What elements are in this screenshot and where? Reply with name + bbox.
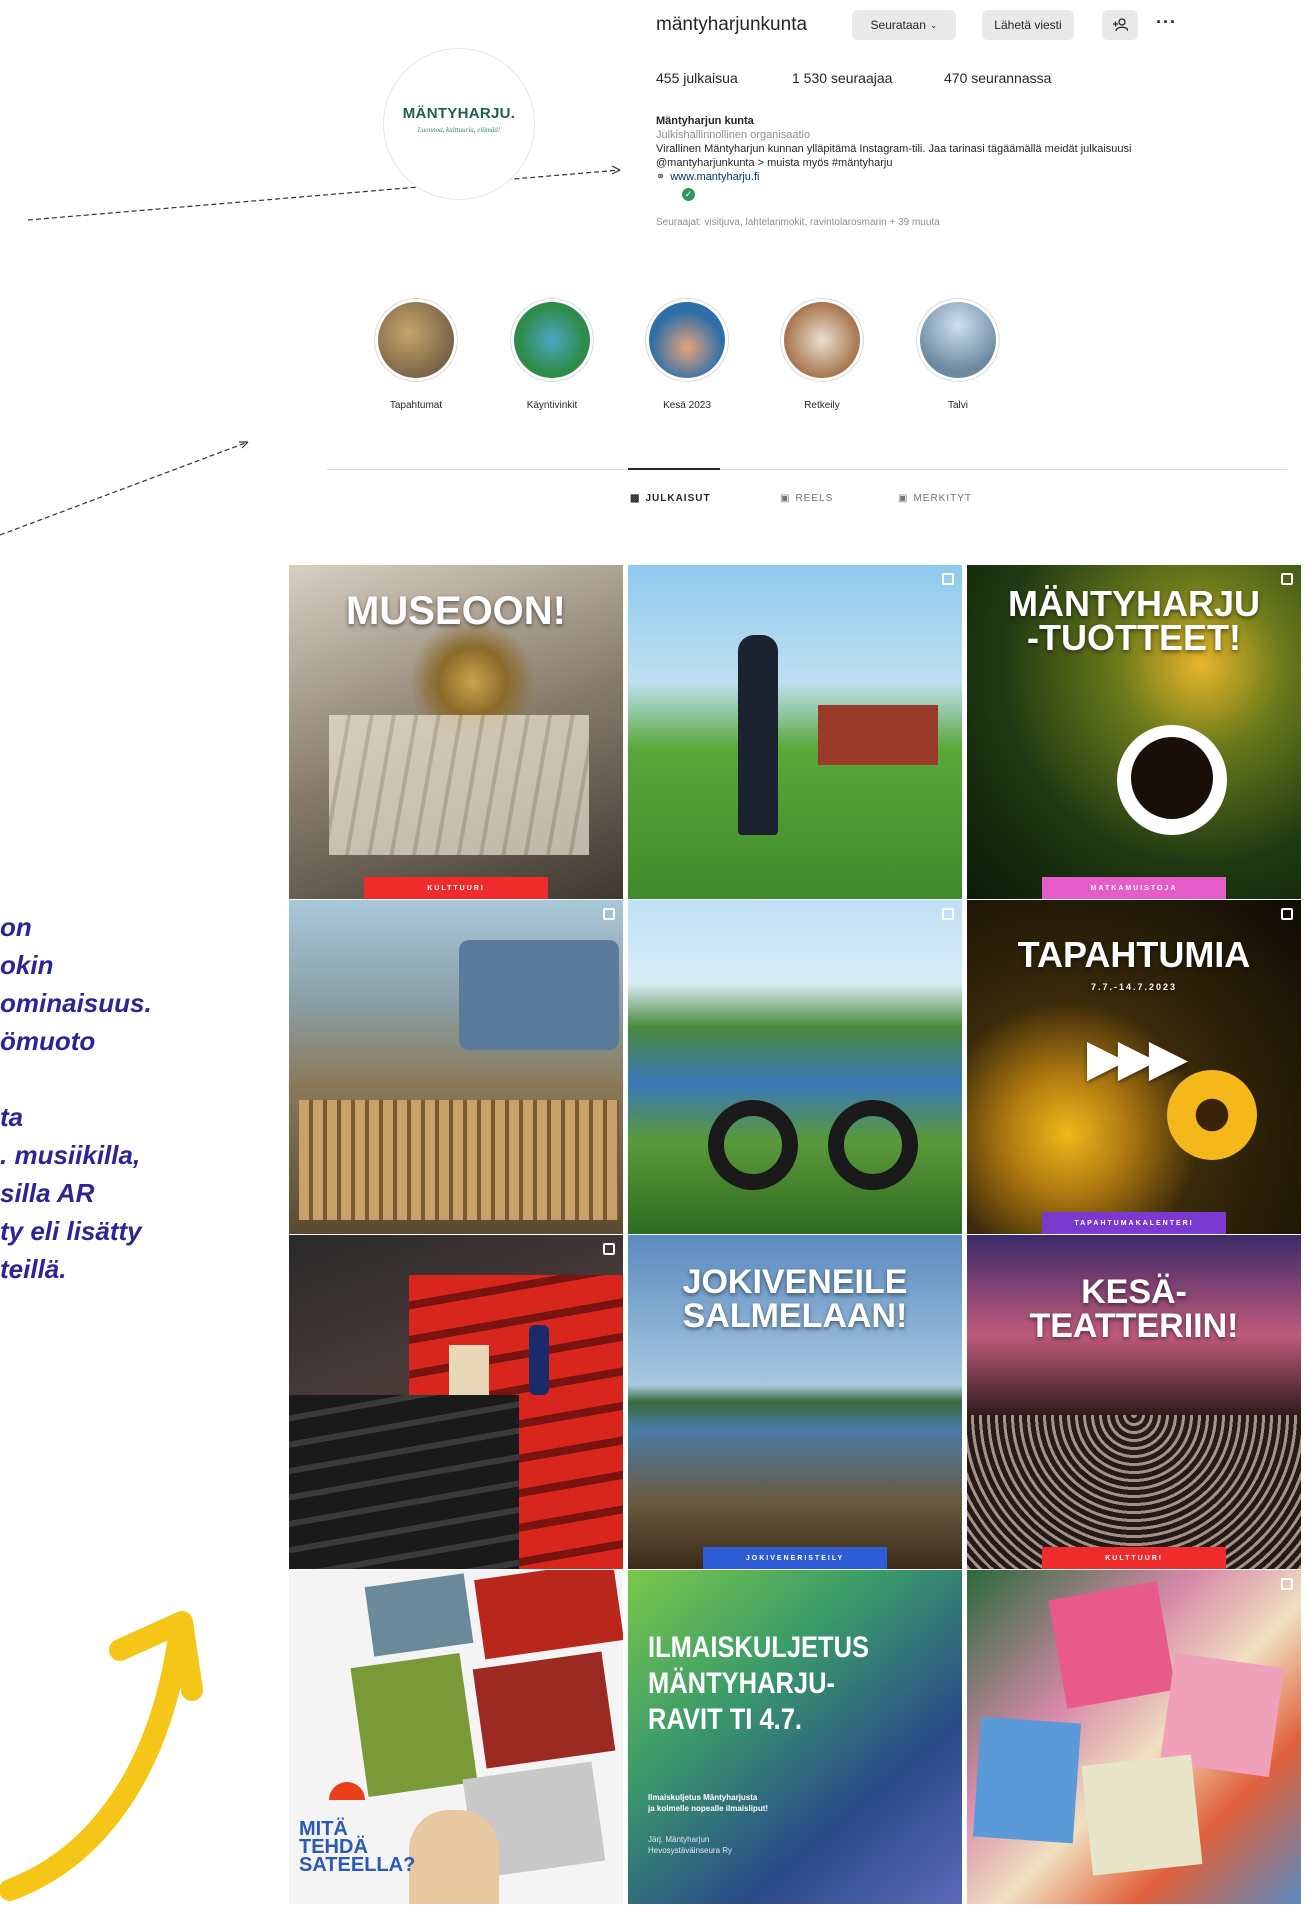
post-tapahtumia[interactable]: TAPAHTUMIA 7.7.-14.7.2023 ▶▶▶ TAPAHTUMAK…	[967, 900, 1301, 1234]
post-ribbon: MATKAMUISTOJA	[1042, 877, 1226, 899]
reels-icon: ▣	[780, 493, 791, 504]
followed-by-names: Seuraajat: visitjuva, lahtelanmokit, rav…	[656, 217, 887, 228]
grid-icon: ▩	[630, 493, 641, 504]
multi-post-icon	[942, 573, 954, 585]
highlight-tapahtumat[interactable]	[374, 298, 458, 382]
highlight-label: Kesä 2023	[663, 400, 711, 411]
post-title: TAPAHTUMIA	[1017, 934, 1251, 975]
highlight-kayntivinkit[interactable]	[510, 298, 594, 382]
check-icon: ✓	[682, 188, 695, 201]
tab-reels[interactable]: ▣ REELS	[780, 493, 833, 504]
highlight-talvi[interactable]	[916, 298, 1000, 382]
post-museoon[interactable]: MUSEOON! KULTTUURI	[289, 565, 623, 899]
post-mita-tehda-sateella[interactable]: MITÄ TEHDÄ SATEELLA?	[289, 1570, 623, 1904]
following-button[interactable]: Seurataan ⌄	[852, 10, 956, 40]
followed-by-more: + 39 muuta	[889, 217, 940, 228]
more-options-icon[interactable]: ···	[1156, 12, 1177, 33]
post-mantyharju-tuotteet[interactable]: MÄNTYHARJU -TUOTTEET! MATKAMUISTOJA	[967, 565, 1301, 899]
play-arrows-icon: ▶▶▶	[1087, 1032, 1187, 1085]
post-title: ILMAISKULJETUS MÄNTYHARJU- RAVIT TI 4.7.	[648, 1631, 870, 1736]
profile-name: Mäntyharjun kunta	[656, 115, 754, 127]
following-count[interactable]: 470 seurannassa	[944, 70, 1051, 86]
profile-bio-line2: @mantyharjunkunta > muista myös #mäntyha…	[656, 157, 893, 169]
post-ribbon: TAPAHTUMAKALENTERI	[1042, 1212, 1226, 1234]
profile-bio-line1: Virallinen Mäntyharjun kunnan ylläpitämä…	[656, 143, 1132, 155]
post-ribbon: KULTTUURI	[1042, 1547, 1226, 1569]
post-title: MÄNTYHARJU -TUOTTEET!	[1008, 583, 1260, 658]
post-kesateatteriin[interactable]: KESÄ- TEATTERIIN! KULTTUURI	[967, 1235, 1301, 1569]
post-title: MITÄ TEHDÄ SATEELLA?	[299, 1818, 416, 1876]
tab-posts[interactable]: ▩ JULKAISUT	[630, 493, 711, 504]
profile-username: mäntyharjunkunta	[656, 14, 808, 35]
post-cinema[interactable]	[289, 1235, 623, 1569]
multi-post-icon	[1281, 573, 1293, 585]
multi-post-icon	[603, 1243, 615, 1255]
followed-by[interactable]: Seuraajat: visitjuva, lahtelanmokit, rav…	[656, 216, 940, 230]
highlight-retkeily[interactable]	[780, 298, 864, 382]
post-ribbon: KULTTUURI	[364, 877, 548, 899]
chevron-down-icon: ⌄	[929, 19, 938, 30]
post-subtitle: 7.7.-14.7.2023	[1090, 982, 1178, 992]
profile-link[interactable]: ⚭ www.mantyharju.fi	[656, 170, 759, 184]
yellow-arrow-icon	[0, 1611, 203, 1901]
highlight-label: Käyntivinkit	[526, 400, 578, 411]
logo-tagline: Luonnoa, kulttuuria, elämää!	[417, 126, 501, 134]
tabs-divider	[327, 469, 1287, 470]
logo-text: MÄNTYHARJU.	[402, 105, 516, 122]
multi-post-icon	[1281, 1578, 1293, 1590]
post-golf[interactable]	[628, 565, 962, 899]
following-label: Seurataan	[870, 18, 926, 32]
link-icon: ⚭	[656, 171, 666, 183]
post-description: Ilmaiskuljetus Mäntyharjusta ja kolmelle…	[648, 1793, 769, 1813]
add-person-icon[interactable]	[1102, 10, 1138, 40]
multi-post-icon	[1281, 908, 1293, 920]
post-title: MUSEOON!	[346, 589, 566, 633]
post-ilmaiskuljetus[interactable]: ILMAISKULJETUS MÄNTYHARJU- RAVIT TI 4.7.…	[628, 1570, 962, 1904]
tab-reels-label: REELS	[795, 493, 834, 504]
umbrella-icon	[329, 1782, 365, 1800]
profile-category: Julkishallinnollinen organisaatio	[656, 129, 811, 141]
highlight-kesa-2023[interactable]	[645, 298, 729, 382]
post-title: KESÄ- TEATTERIIN!	[1029, 1273, 1239, 1345]
post-ribbon: JOKIVENERISTEILY	[703, 1547, 887, 1569]
post-organizer: Järj. Mäntyharjun Hevosystäväinseura Ry	[648, 1835, 733, 1855]
post-fabrics[interactable]	[967, 1570, 1301, 1904]
post-market[interactable]	[289, 900, 623, 1234]
tagged-icon: ▣	[898, 493, 909, 504]
posts-count: 455 julkaisua	[656, 70, 738, 86]
tab-tagged-label: MERKITYT	[913, 493, 973, 504]
highlight-label: Retkeily	[804, 400, 840, 411]
side-annotation-text: on okin ominaisuus. ömuoto ta . musiikil…	[0, 912, 152, 1284]
multi-post-icon	[603, 908, 615, 920]
post-jokiveneile[interactable]: JOKIVENEILE SALMELAAN! JOKIVENERISTEILY	[628, 1235, 962, 1569]
message-button[interactable]: Lähetä viesti	[982, 10, 1074, 40]
post-fatbike[interactable]	[628, 900, 962, 1234]
followers-count[interactable]: 1 530 seuraajaa	[792, 70, 892, 86]
profile-link-text: www.mantyharju.fi	[670, 171, 760, 183]
profile-avatar[interactable]: MÄNTYHARJU. Luonnoa, kulttuuria, elämää!	[383, 48, 535, 200]
post-title: JOKIVENEILE SALMELAAN!	[682, 1263, 908, 1335]
highlight-label: Talvi	[947, 400, 968, 411]
highlight-label: Tapahtumat	[389, 400, 443, 411]
annotation-arrows	[0, 165, 621, 536]
multi-post-icon	[942, 908, 954, 920]
tab-tagged[interactable]: ▣ MERKITYT	[898, 493, 972, 504]
tab-posts-label: JULKAISUT	[645, 493, 711, 504]
active-tab-indicator	[628, 468, 720, 470]
